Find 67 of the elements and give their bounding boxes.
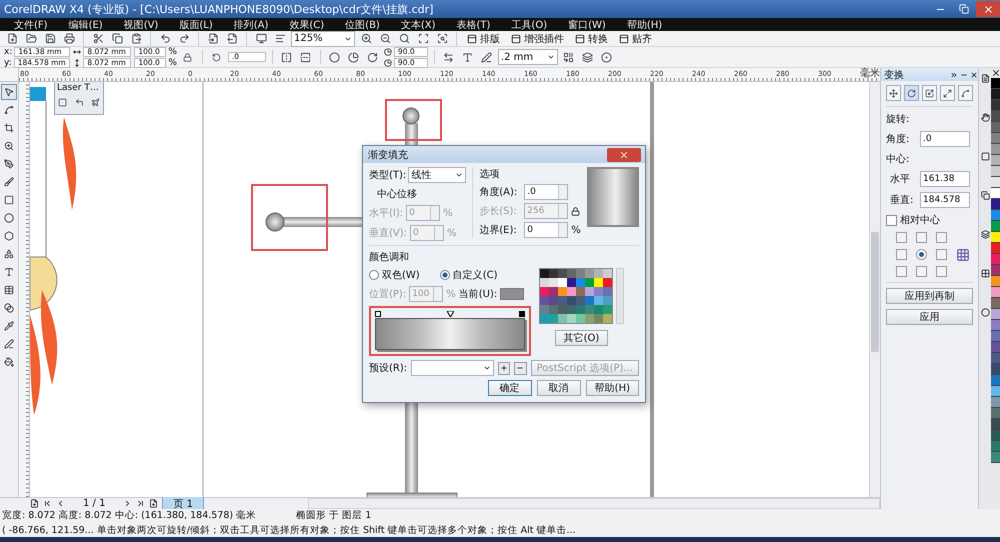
y-label: y: (4, 58, 12, 68)
menu-item[interactable]: 文本(X) (390, 18, 446, 32)
menu-item[interactable]: 效果(C) (279, 18, 336, 32)
type-select[interactable]: 线性 (408, 167, 466, 183)
position-label: 位置(P): (369, 288, 406, 301)
center-field[interactable]: 161.38 (920, 171, 970, 187)
radio-option[interactable]: 双色(W) (369, 268, 420, 282)
plugin-button[interactable]: 增强插件 (507, 32, 568, 46)
menu-item[interactable]: 窗口(W) (558, 18, 617, 32)
type-label: 类型(T): (369, 168, 406, 182)
menu-item[interactable]: 视图(V) (114, 18, 170, 32)
menu-item[interactable]: 排列(A) (224, 18, 280, 32)
status-dimensions: 宽度: 8.072 高度: 8.072 中心: (161.380, 184.578) 毫米 (2, 509, 256, 522)
option-label: 步长(S): (479, 204, 518, 218)
window-title: CorelDRAW X4 (专业版) - [C:\Users\LUANPHONE8090\Desktop\cdr文件\挂旗.cdr] (4, 2, 434, 16)
dialog-button[interactable]: 帮助(H) (586, 380, 639, 396)
option-field[interactable]: 0 (524, 222, 568, 238)
menu-item[interactable]: 工具(O) (501, 18, 558, 32)
menu-item[interactable]: 文件(F) (4, 18, 59, 32)
plugin-button[interactable]: 排版 (463, 32, 504, 46)
dialog-button[interactable]: 确定 (488, 380, 532, 396)
offset-label: 垂直(V): (369, 226, 408, 240)
menu-item[interactable]: 帮助(H) (616, 18, 674, 32)
percent-sign: % (443, 208, 453, 218)
status-hint: ( -86.766, 121.59... 单击对象两次可旋转/倾斜；双击工具可选择所有对象；按住 Shift 键单击可选择多个对象；按住 Alt 键单击... (2, 524, 577, 537)
status-object: 椭圆形 于 图层 1 (296, 509, 372, 522)
option-label: 角度(A): (479, 186, 518, 199)
toolbar-title: Laser T… (56, 82, 100, 94)
menu-item[interactable]: 位图(B) (335, 18, 391, 32)
plugin-button[interactable]: 转换 (571, 32, 612, 46)
other-button[interactable]: 其它(O) (554, 330, 608, 346)
option-label: 边界(E): (479, 224, 518, 237)
percent-sign: % (168, 58, 177, 68)
zoom-select[interactable]: 125% (291, 30, 355, 46)
center-label: 中心: (886, 152, 910, 166)
page-counter: 1 / 1 (82, 498, 106, 509)
current-label: 当前(U): (458, 288, 498, 301)
radio-option[interactable]: 自定义(C) (440, 268, 498, 282)
outline-width-select[interactable]: .2 mm (498, 49, 558, 65)
group-title: 选项 (479, 168, 500, 181)
menu-item[interactable]: 表格(T) (446, 18, 502, 32)
percent-sign: % (168, 46, 177, 56)
percent-sign: % (571, 224, 581, 236)
angle-label: 角度: (886, 132, 910, 146)
center-field[interactable]: 184.578 (920, 192, 970, 208)
apply-button[interactable]: 应用到再制 (886, 288, 973, 304)
rotate-label: 旋转: (886, 112, 910, 126)
x-label: x: (4, 46, 12, 56)
apply-button[interactable]: 应用 (886, 309, 973, 325)
preset-label: 预设(R): (369, 362, 408, 375)
menu-item[interactable]: 版面(L) (169, 18, 224, 32)
center-field-label: 垂直: (890, 194, 914, 207)
plugin-button[interactable]: 贴齐 (615, 32, 656, 46)
ruler-unit: 毫米 (859, 68, 880, 81)
center-field-label: 水平 (890, 172, 911, 186)
offset-label: 水平(I): (369, 206, 404, 220)
checkbox-label: 相对中心 (900, 214, 940, 227)
group-title: 颜色调和 (369, 250, 410, 264)
menu-item[interactable]: 编辑(E) (58, 18, 114, 32)
dialog-title: 渐变填充 (368, 148, 408, 162)
option-field[interactable]: .0 (524, 184, 568, 200)
dialog-button[interactable]: 取消 (536, 380, 581, 396)
group-title: 中心位移 (376, 188, 418, 201)
percent-sign: % (446, 288, 456, 300)
angle-field[interactable]: .0 (920, 131, 970, 147)
docker-title: 变换 (884, 68, 905, 82)
percent-sign: % (447, 228, 457, 238)
